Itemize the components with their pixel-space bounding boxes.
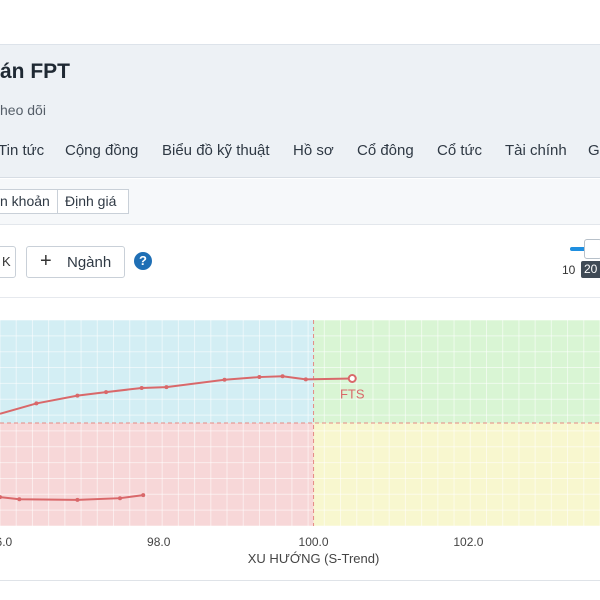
series-point bbox=[17, 497, 22, 502]
chart-bottom-border bbox=[0, 580, 600, 581]
follow-count: heo dõi bbox=[0, 102, 46, 118]
subnav-valuation[interactable]: Định giá bbox=[57, 189, 129, 214]
series-label: FTS bbox=[340, 387, 365, 402]
tab-profile[interactable]: Hồ sơ bbox=[293, 142, 334, 159]
x-tick-label: 6.0 bbox=[0, 535, 13, 549]
series-point bbox=[303, 377, 308, 382]
tab-community[interactable]: Cộng đồng bbox=[65, 142, 138, 159]
series-point bbox=[139, 385, 144, 390]
series-point bbox=[118, 496, 122, 501]
series-point bbox=[104, 390, 109, 395]
series-end-marker bbox=[347, 374, 357, 384]
series-point bbox=[222, 377, 227, 382]
series-point bbox=[141, 493, 146, 498]
tab-more[interactable]: G bbox=[588, 142, 600, 159]
series-point bbox=[34, 401, 39, 406]
period-slider-thumb[interactable] bbox=[584, 239, 600, 259]
tab-shareholders[interactable]: Cổ đông bbox=[357, 142, 414, 159]
plus-icon: + bbox=[40, 250, 52, 272]
subnav-accounts[interactable]: n khoản bbox=[0, 189, 58, 214]
tab-technical-chart[interactable]: Biểu đồ kỹ thuật bbox=[162, 142, 270, 159]
series-point bbox=[280, 374, 285, 379]
page-title: án FPT bbox=[0, 60, 71, 83]
x-tick-label: 100.0 bbox=[299, 535, 329, 549]
chart-controls: K + Ngành ? 10 20 bbox=[0, 226, 600, 298]
strend-chart: FTS 6.0 98.0 100.0 102.0 XU HƯỚNG (S-Trend) bbox=[0, 299, 600, 600]
top-blank-area bbox=[0, 0, 600, 44]
series-point bbox=[75, 497, 80, 502]
series-point bbox=[75, 393, 80, 398]
stock-header: án FPT heo dõi Tin tức Cộng đồng Biểu đồ… bbox=[0, 44, 600, 178]
x-tick-label: 98.0 bbox=[147, 535, 171, 549]
sub-navigation: n khoản Định giá bbox=[0, 179, 600, 225]
tab-dividends[interactable]: Cổ tức bbox=[437, 142, 482, 159]
series-point bbox=[164, 385, 169, 390]
slider-min-label: 10 bbox=[562, 263, 576, 277]
add-industry-label: Ngành bbox=[67, 254, 112, 271]
tab-financials[interactable]: Tài chính bbox=[505, 142, 567, 159]
stock-tabs: Tin tức Cộng đồng Biểu đồ kỹ thuật Hồ sơ… bbox=[0, 142, 600, 164]
strend-chart-svg: FTS 6.0 98.0 100.0 102.0 XU HƯỚNG (S-Trend) bbox=[0, 319, 600, 566]
add-industry-button[interactable]: + Ngành bbox=[26, 246, 125, 278]
tab-news[interactable]: Tin tức bbox=[0, 142, 44, 159]
partial-button[interactable]: K bbox=[0, 246, 16, 278]
x-axis-label: XU HƯỚNG (S-Trend) bbox=[248, 551, 380, 566]
series-point bbox=[257, 375, 262, 380]
help-icon[interactable]: ? bbox=[134, 252, 152, 270]
slider-value-label: 20 bbox=[581, 261, 600, 278]
x-tick-label: 102.0 bbox=[453, 535, 483, 549]
